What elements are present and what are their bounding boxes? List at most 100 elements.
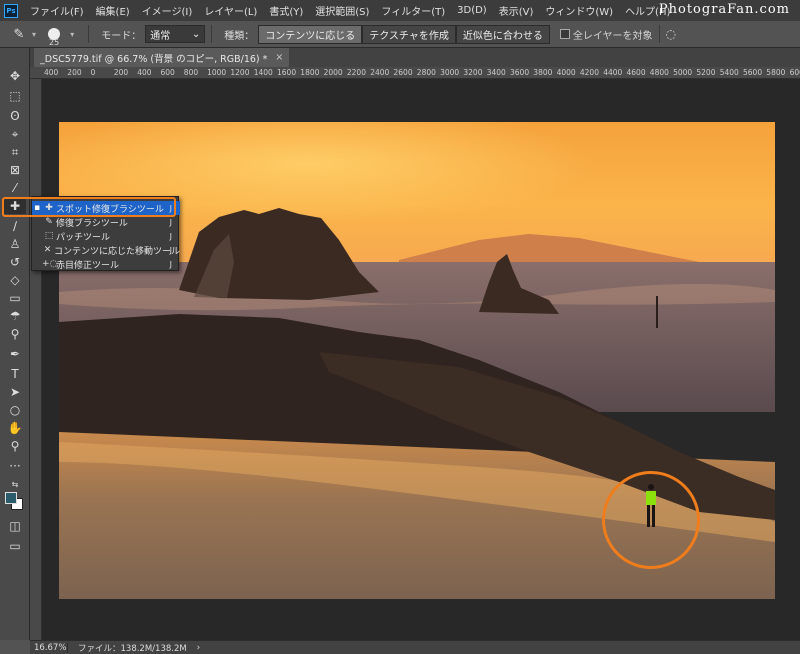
document-tab-title: _DSC5779.tif @ 66.7% (背景 のコピー, RGB/16) * xyxy=(40,53,268,65)
highlight-box xyxy=(2,197,176,217)
ruler-tick-label: 600 xyxy=(160,68,175,77)
ruler-tick-label: 400 xyxy=(137,68,152,77)
chevron-right-icon[interactable]: › xyxy=(197,643,200,653)
highlight-circle xyxy=(602,471,700,569)
chevron-down-icon: ⌄ xyxy=(191,28,201,40)
menu-select[interactable]: 選択範囲(S) xyxy=(309,3,375,18)
healing-brush-icon: ✎ xyxy=(45,217,53,227)
pressure-size-icon[interactable]: ◌ xyxy=(666,27,676,41)
patch-icon: ⬚ xyxy=(44,231,54,241)
foreground-color-swatch[interactable] xyxy=(5,492,17,504)
shape-tool-icon[interactable]: ○ xyxy=(4,402,26,418)
ruler-tick-label: 6000 xyxy=(789,68,800,77)
flyout-item-content-aware-move[interactable]: ✕ コンテンツに応じた移動ツール J xyxy=(32,243,180,257)
create-texture-button[interactable]: テクスチャを作成 xyxy=(362,24,456,44)
menu-bar: Ps ファイル(F) 編集(E) イメージ(I) レイヤー(L) 書式(Y) 選… xyxy=(0,0,800,21)
menu-layer[interactable]: レイヤー(L) xyxy=(198,3,263,18)
ruler-tick-label: 4000 xyxy=(556,68,576,77)
ruler-tick-label: 3000 xyxy=(440,68,460,77)
ruler-tick-label: 2000 xyxy=(323,68,343,77)
menu-3d[interactable]: 3D(D) xyxy=(451,5,493,16)
swap-colors-icon[interactable]: ⇆ xyxy=(4,476,26,492)
ruler-tick-label: 200 xyxy=(67,68,82,77)
options-bar: ✎ ▾ 25 ▾ モード： 通常 ⌄ 種類： コンテンツに応じる テクスチャを作… xyxy=(0,21,800,48)
close-icon[interactable]: × xyxy=(275,52,283,63)
mode-value: 通常 xyxy=(150,30,171,42)
ruler-tick-label: 4400 xyxy=(603,68,623,77)
quick-select-tool-icon[interactable]: ⌖ xyxy=(4,126,26,142)
content-aware-move-icon: ✕ xyxy=(43,245,52,255)
zoom-tool-icon[interactable]: ⚲ xyxy=(4,438,26,454)
menu-image[interactable]: イメージ(I) xyxy=(136,3,199,18)
flyout-item-label: 修復ブラシツール xyxy=(56,218,128,229)
content-aware-button[interactable]: コンテンツに応じる xyxy=(258,24,363,44)
hand-tool-icon[interactable]: ✋ xyxy=(4,420,26,436)
gradient-tool-icon[interactable]: ▭ xyxy=(4,290,26,306)
proximity-match-button[interactable]: 近似色に合わせる xyxy=(455,24,550,44)
ruler-tick-label: 2600 xyxy=(393,68,413,77)
menu-edit[interactable]: 編集(E) xyxy=(90,3,136,18)
document-tab[interactable]: _DSC5779.tif @ 66.7% (背景 のコピー, RGB/16) *… xyxy=(34,48,290,67)
brush-tool-icon[interactable]: ∕ xyxy=(4,218,26,234)
ruler-tick-label: 2800 xyxy=(416,68,436,77)
vertical-ruler xyxy=(30,79,42,640)
lasso-tool-icon[interactable]: ʘ xyxy=(4,108,26,124)
watermark-brand: PhotograFan.com xyxy=(658,2,790,17)
brush-size-value: 25 xyxy=(49,37,60,47)
move-tool-icon[interactable]: ✥ xyxy=(4,68,26,84)
horizontal-ruler: 400 200 0 200 400 600 800 1000 1200 1400 1600 1800 2… xyxy=(30,67,800,79)
blur-tool-icon[interactable]: ☂ xyxy=(4,308,26,324)
ruler-tick-label: 2400 xyxy=(370,68,390,77)
zoom-level[interactable]: 16.67% xyxy=(30,642,68,653)
eyedropper-tool-icon[interactable]: ⁄ xyxy=(4,180,26,196)
edit-toolbar-icon[interactable]: ··· xyxy=(4,458,26,474)
eraser-tool-icon[interactable]: ◇ xyxy=(4,272,26,288)
tool-preset-picker[interactable]: ✎ xyxy=(6,23,32,45)
marquee-tool-icon[interactable]: ⬚ xyxy=(4,88,26,104)
status-bar: 16.67% ファイル：138.2M/138.2M › xyxy=(30,640,800,654)
shortcut-key: J xyxy=(169,231,172,241)
ruler-tick-label: 5600 xyxy=(743,68,763,77)
flyout-item-healing-brush[interactable]: ✎ 修復ブラシツール J xyxy=(32,215,180,229)
shortcut-key: J xyxy=(169,259,172,269)
ruler-tick-label: 1200 xyxy=(230,68,250,77)
clone-stamp-tool-icon[interactable]: ♙ xyxy=(4,236,26,252)
pen-tool-icon[interactable]: ✒ xyxy=(4,346,26,362)
quick-mask-icon[interactable]: ◫ xyxy=(4,518,26,534)
ruler-tick-label: 4200 xyxy=(579,68,599,77)
crop-tool-icon[interactable]: ⌗ xyxy=(4,144,26,160)
type-label: 種類： xyxy=(224,30,255,42)
screen-mode-icon[interactable]: ▭ xyxy=(4,538,26,554)
menu-file[interactable]: ファイル(F) xyxy=(24,3,90,18)
ruler-tick-label: 1000 xyxy=(207,68,227,77)
frame-tool-icon[interactable]: ⊠ xyxy=(4,162,26,178)
photoshop-app-icon[interactable]: Ps xyxy=(4,3,18,18)
brush-picker-chevron-icon[interactable]: ▾ xyxy=(70,30,74,39)
path-select-tool-icon[interactable]: ➤ xyxy=(4,384,26,400)
divider xyxy=(211,25,213,43)
menu-window[interactable]: ウィンドウ(W) xyxy=(539,3,619,18)
ruler-tick-label: 400 xyxy=(44,68,59,77)
flyout-item-red-eye[interactable]: +◌ 赤目修正ツール J xyxy=(32,257,180,271)
flyout-item-label: パッチツール xyxy=(56,232,111,243)
ruler-tick-label: 3400 xyxy=(486,68,506,77)
ruler-tick-label: 2200 xyxy=(346,68,366,77)
menu-view[interactable]: 表示(V) xyxy=(493,3,540,18)
divider xyxy=(658,25,660,43)
ruler-tick-label: 3200 xyxy=(463,68,483,77)
sample-all-layers-checkbox[interactable] xyxy=(559,29,570,39)
dodge-tool-icon[interactable]: ⚲ xyxy=(4,326,26,342)
bandage-icon: ✎ xyxy=(13,26,25,42)
divider xyxy=(88,25,90,43)
ruler-tick-label: 200 xyxy=(113,68,129,77)
ruler-tick-label: 3600 xyxy=(510,68,530,77)
menu-filter[interactable]: フィルター(T) xyxy=(375,3,451,18)
ruler-tick-label: 3800 xyxy=(533,68,553,77)
ruler-tick-label: 5400 xyxy=(719,68,739,77)
flyout-item-patch[interactable]: ⬚ パッチツール J xyxy=(32,229,180,243)
mode-select[interactable]: 通常 ⌄ xyxy=(145,25,206,43)
chevron-down-icon[interactable]: ▾ xyxy=(32,30,36,39)
history-brush-tool-icon[interactable]: ↺ xyxy=(4,254,26,270)
type-tool-icon[interactable]: T xyxy=(4,366,26,382)
menu-type[interactable]: 書式(Y) xyxy=(263,3,309,18)
